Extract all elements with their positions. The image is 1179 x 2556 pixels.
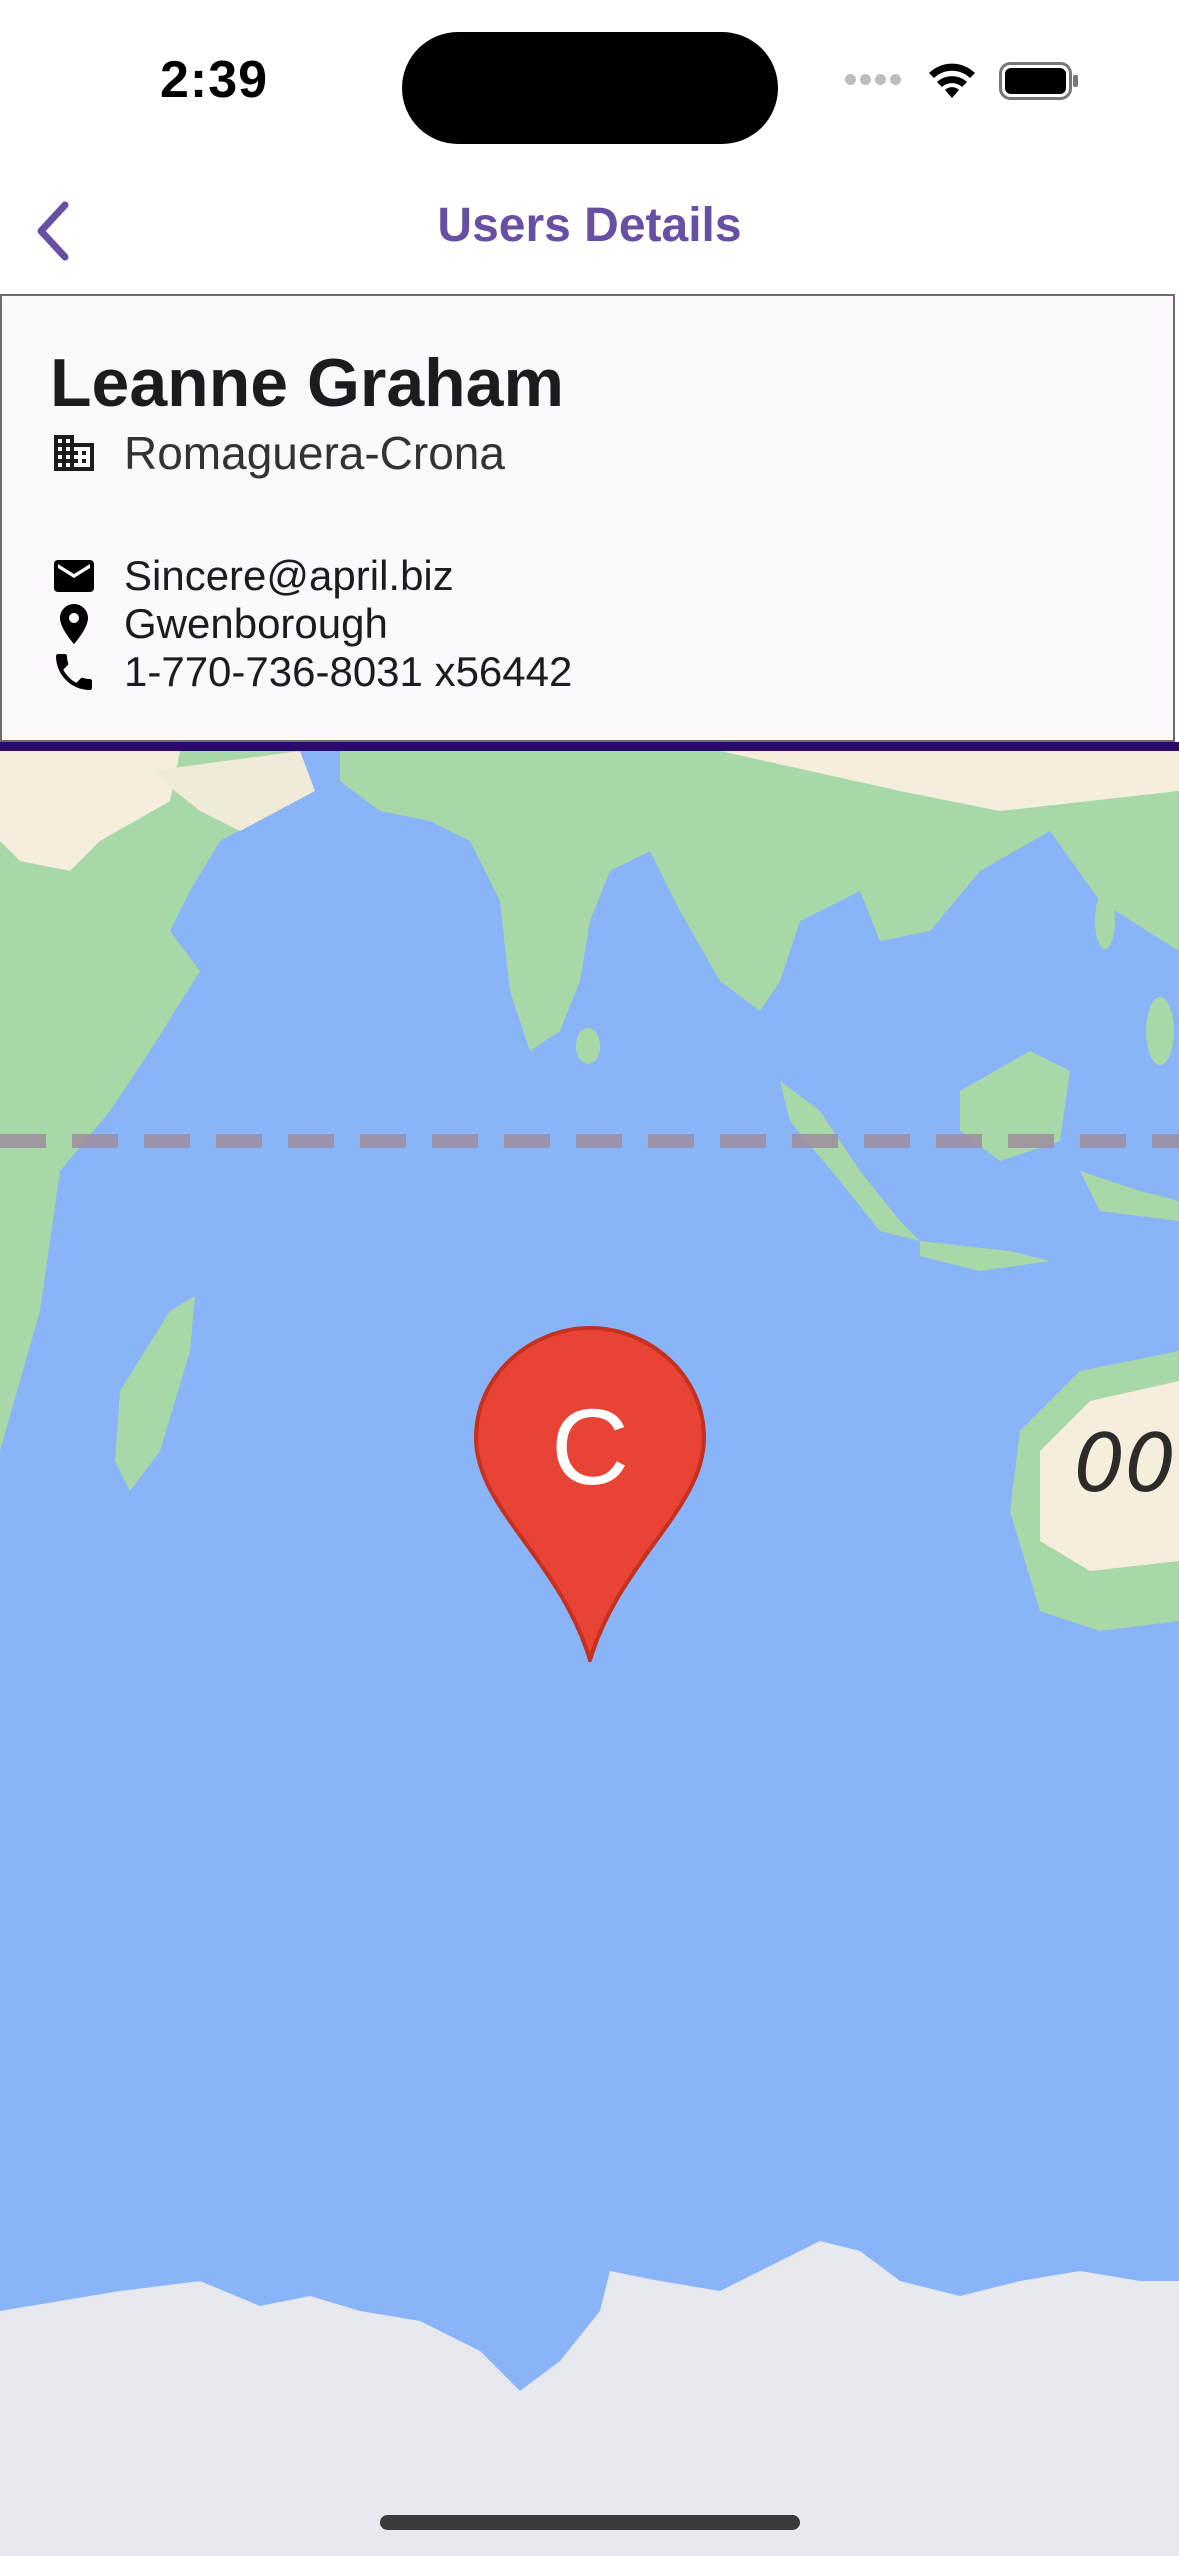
- status-time: 2:39: [160, 51, 269, 109]
- phone-row[interactable]: 1-770-736-8031 x56442: [50, 648, 572, 696]
- location-pin-icon: [60, 604, 88, 644]
- city-text: Gwenborough: [124, 600, 388, 647]
- signal-dots-icon: [845, 72, 905, 90]
- card-divider: [0, 742, 1179, 751]
- user-name: Leanne Graham: [50, 345, 564, 421]
- page-title: Users Details: [437, 199, 742, 252]
- business-icon: [54, 435, 94, 471]
- phone-icon: [56, 654, 92, 690]
- email-icon: [54, 560, 94, 592]
- phone-text[interactable]: 1-770-736-8031 x56442: [124, 648, 572, 696]
- user-card: Leanne Graham Romaguera-Crona Sincere@ap…: [0, 294, 1175, 742]
- company-name: Romaguera-Crona: [124, 427, 505, 479]
- email-row[interactable]: Sincere@april.biz: [50, 552, 454, 600]
- battery-icon: [999, 62, 1078, 100]
- company-row: Romaguera-Crona: [50, 426, 505, 480]
- location-row: Gwenborough: [50, 600, 388, 648]
- dynamic-island: [402, 32, 778, 144]
- email-text[interactable]: Sincere@april.biz: [124, 552, 454, 600]
- status-icons: [845, 62, 1079, 100]
- map-view[interactable]: 00 C: [0, 751, 1179, 2556]
- status-bar: 2:39: [0, 0, 1179, 170]
- map-tile-text: 00: [1074, 1417, 1176, 1510]
- marker-label: C: [551, 1386, 629, 1507]
- wifi-icon: [929, 63, 975, 98]
- map-marker[interactable]: C: [470, 1322, 710, 1667]
- nav-bar: Users Details: [0, 170, 1179, 294]
- home-indicator[interactable]: [380, 2515, 800, 2530]
